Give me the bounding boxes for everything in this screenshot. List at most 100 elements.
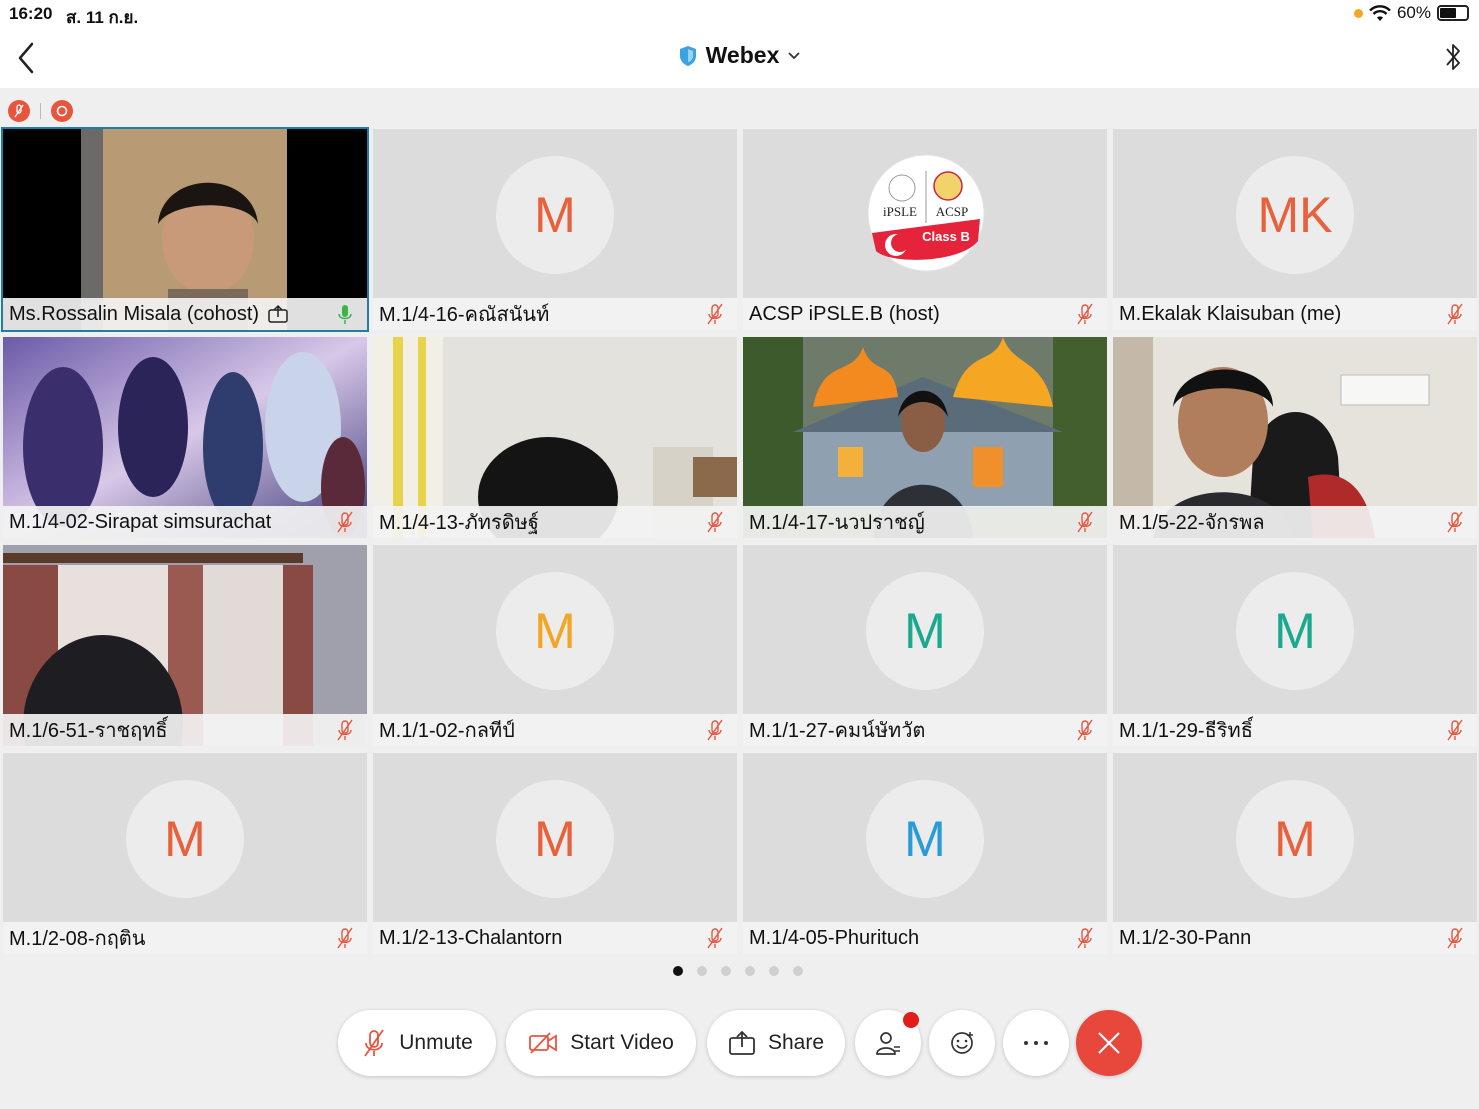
nav-bar: Webex <box>0 28 1479 88</box>
start-video-button[interactable]: Start Video <box>506 1010 696 1076</box>
mic-muted-icon <box>1447 511 1463 533</box>
participant-name-bar: M.1/4-05-Phurituch <box>743 922 1107 954</box>
participant-tile[interactable]: M M.1/4-16-คณัสนันท์ <box>373 129 737 330</box>
participant-tile[interactable]: Ms.Rossalin Misala (cohost) <box>1 127 369 332</box>
participant-avatar: M <box>496 572 614 690</box>
participant-tile[interactable]: iPSLE ACSP Class B ACSP iPSLE.B (host) <box>743 129 1107 330</box>
share-icon <box>729 1030 755 1055</box>
mic-muted-icon <box>707 303 723 325</box>
acsp-logo: iPSLE ACSP Class B <box>867 154 985 272</box>
participant-name-bar: M.1/1-29-ธีริทธิ์ <box>1113 714 1477 746</box>
unmute-label: Unmute <box>399 1031 473 1054</box>
participant-name-bar: M.1/1-02-กลทีป์ <box>373 714 737 746</box>
more-button[interactable] <box>1003 1010 1069 1076</box>
participant-tile[interactable]: M.1/4-17-นวปราชญ์ <box>743 337 1107 538</box>
meeting-indicators <box>8 100 73 122</box>
participant-avatar: M <box>1236 572 1354 690</box>
participant-name-bar: M.Ekalak Klaisuban (me) <box>1113 298 1477 330</box>
page-dot[interactable] <box>745 966 755 976</box>
mic-in-use-dot <box>1353 8 1363 18</box>
participant-tile[interactable]: MK M.Ekalak Klaisuban (me) <box>1113 129 1477 330</box>
mic-muted-icon <box>14 104 24 118</box>
meeting-controls: Unmute Start Video Share <box>0 1010 1479 1076</box>
wifi-icon <box>1369 4 1391 21</box>
participant-name: M.1/2-30-Pann <box>1119 926 1252 949</box>
participants-button[interactable] <box>855 1010 921 1076</box>
participant-grid: Ms.Rossalin Misala (cohost) M M.1/4-16-ค… <box>1 127 1477 954</box>
start-video-label: Start Video <box>570 1031 674 1054</box>
participant-name-bar: M.1/4-13-ภัทรดิษฐ์ <box>373 506 737 538</box>
participant-tile[interactable]: M M.1/2-08-กฤติน <box>3 753 367 954</box>
participant-tile[interactable]: M M.1/4-05-Phurituch <box>743 753 1107 954</box>
page-dot[interactable] <box>673 966 683 976</box>
close-icon <box>1098 1032 1120 1054</box>
page-dot[interactable] <box>697 966 707 976</box>
participant-name: M.1/6-51-ราชฤทธิ์ <box>9 720 168 742</box>
mic-muted-icon <box>337 719 353 741</box>
participant-name: M.1/4-16-คณัสนันท์ <box>379 304 550 326</box>
participant-avatar: M <box>866 572 984 690</box>
share-button[interactable]: Share <box>707 1010 845 1076</box>
status-date: ส. 11 ก.ย. <box>66 8 139 27</box>
participant-name: M.1/4-17-นวปราชญ์ <box>749 512 925 534</box>
mic-active-icon <box>338 305 352 324</box>
participant-name: M.1/4-02-Sirapat simsurachat <box>9 510 272 533</box>
mic-muted-icon <box>1077 719 1093 741</box>
participant-name: M.Ekalak Klaisuban (me) <box>1119 302 1342 325</box>
unmute-button[interactable]: Unmute <box>338 1010 496 1076</box>
participant-tile[interactable]: M M.1/1-02-กลทีป์ <box>373 545 737 746</box>
mic-muted-icon <box>1447 927 1463 949</box>
participant-name-bar: M.1/4-17-นวปราชญ์ <box>743 506 1107 538</box>
mic-muted-icon <box>707 927 723 949</box>
participants-icon <box>876 1032 900 1055</box>
participant-name: M.1/4-05-Phurituch <box>749 926 920 949</box>
chevron-down-icon <box>788 51 800 59</box>
participant-tile[interactable]: M.1/4-02-Sirapat simsurachat <box>3 337 367 538</box>
indicator-divider <box>40 103 41 119</box>
recording-indicator <box>51 100 73 122</box>
participant-name: M.1/5-22-จักรพล <box>1119 512 1265 534</box>
battery-percent: 60% <box>1396 3 1431 22</box>
leave-meeting-button[interactable] <box>1076 1010 1142 1076</box>
mic-muted-icon <box>364 1029 384 1057</box>
page-dot[interactable] <box>769 966 779 976</box>
participant-name-bar: M.1/2-13-Chalantorn <box>373 922 737 954</box>
mic-muted-icon <box>1077 511 1093 533</box>
page-dot[interactable] <box>721 966 731 976</box>
mic-muted-icon <box>1077 303 1093 325</box>
shield-icon <box>679 45 696 66</box>
participant-tile[interactable]: M M.1/2-13-Chalantorn <box>373 753 737 954</box>
page-dot[interactable] <box>793 966 803 976</box>
participant-tile[interactable]: M M.1/1-27-คมน์ษัทวัต <box>743 545 1107 746</box>
reactions-button[interactable] <box>929 1010 995 1076</box>
participant-name-bar: ACSP iPSLE.B (host) <box>743 298 1107 330</box>
emoji-icon <box>951 1032 973 1054</box>
participant-name: M.1/4-13-ภัทรดิษฐ์ <box>379 512 539 534</box>
share-label: Share <box>767 1031 825 1054</box>
participant-avatar: M <box>496 780 614 898</box>
participant-tile[interactable]: M.1/4-13-ภัทรดิษฐ์ <box>373 337 737 538</box>
participant-avatar: M <box>1236 780 1354 898</box>
participant-name-bar: M.1/2-30-Pann <box>1113 922 1477 954</box>
participant-tile[interactable]: M.1/5-22-จักรพล <box>1113 337 1477 538</box>
participant-avatar: MK <box>1236 156 1354 274</box>
participant-tile[interactable]: M.1/6-51-ราชฤทธิ์ <box>3 545 367 746</box>
meeting-title-text: Webex <box>705 42 780 68</box>
status-time: 16:20 <box>9 4 53 23</box>
participant-tile[interactable]: M M.1/2-30-Pann <box>1113 753 1477 954</box>
participant-name: ACSP iPSLE.B (host) <box>749 302 940 325</box>
mic-muted-icon <box>707 719 723 741</box>
meeting-title[interactable]: Webex <box>0 42 1479 69</box>
more-icon <box>1024 1041 1048 1045</box>
participant-avatar: M <box>866 780 984 898</box>
notification-badge <box>903 1012 919 1028</box>
muted-indicator <box>8 100 30 122</box>
mic-muted-icon <box>707 511 723 533</box>
mic-muted-icon <box>1447 303 1463 325</box>
status-right: 60% <box>1353 3 1469 23</box>
bluetooth-icon[interactable] <box>1441 40 1465 74</box>
participant-name-bar: Ms.Rossalin Misala (cohost) <box>3 298 367 330</box>
participant-name-bar: M.1/1-27-คมน์ษัทวัต <box>743 714 1107 746</box>
page-indicator[interactable] <box>673 966 803 976</box>
participant-tile[interactable]: M M.1/1-29-ธีริทธิ์ <box>1113 545 1477 746</box>
